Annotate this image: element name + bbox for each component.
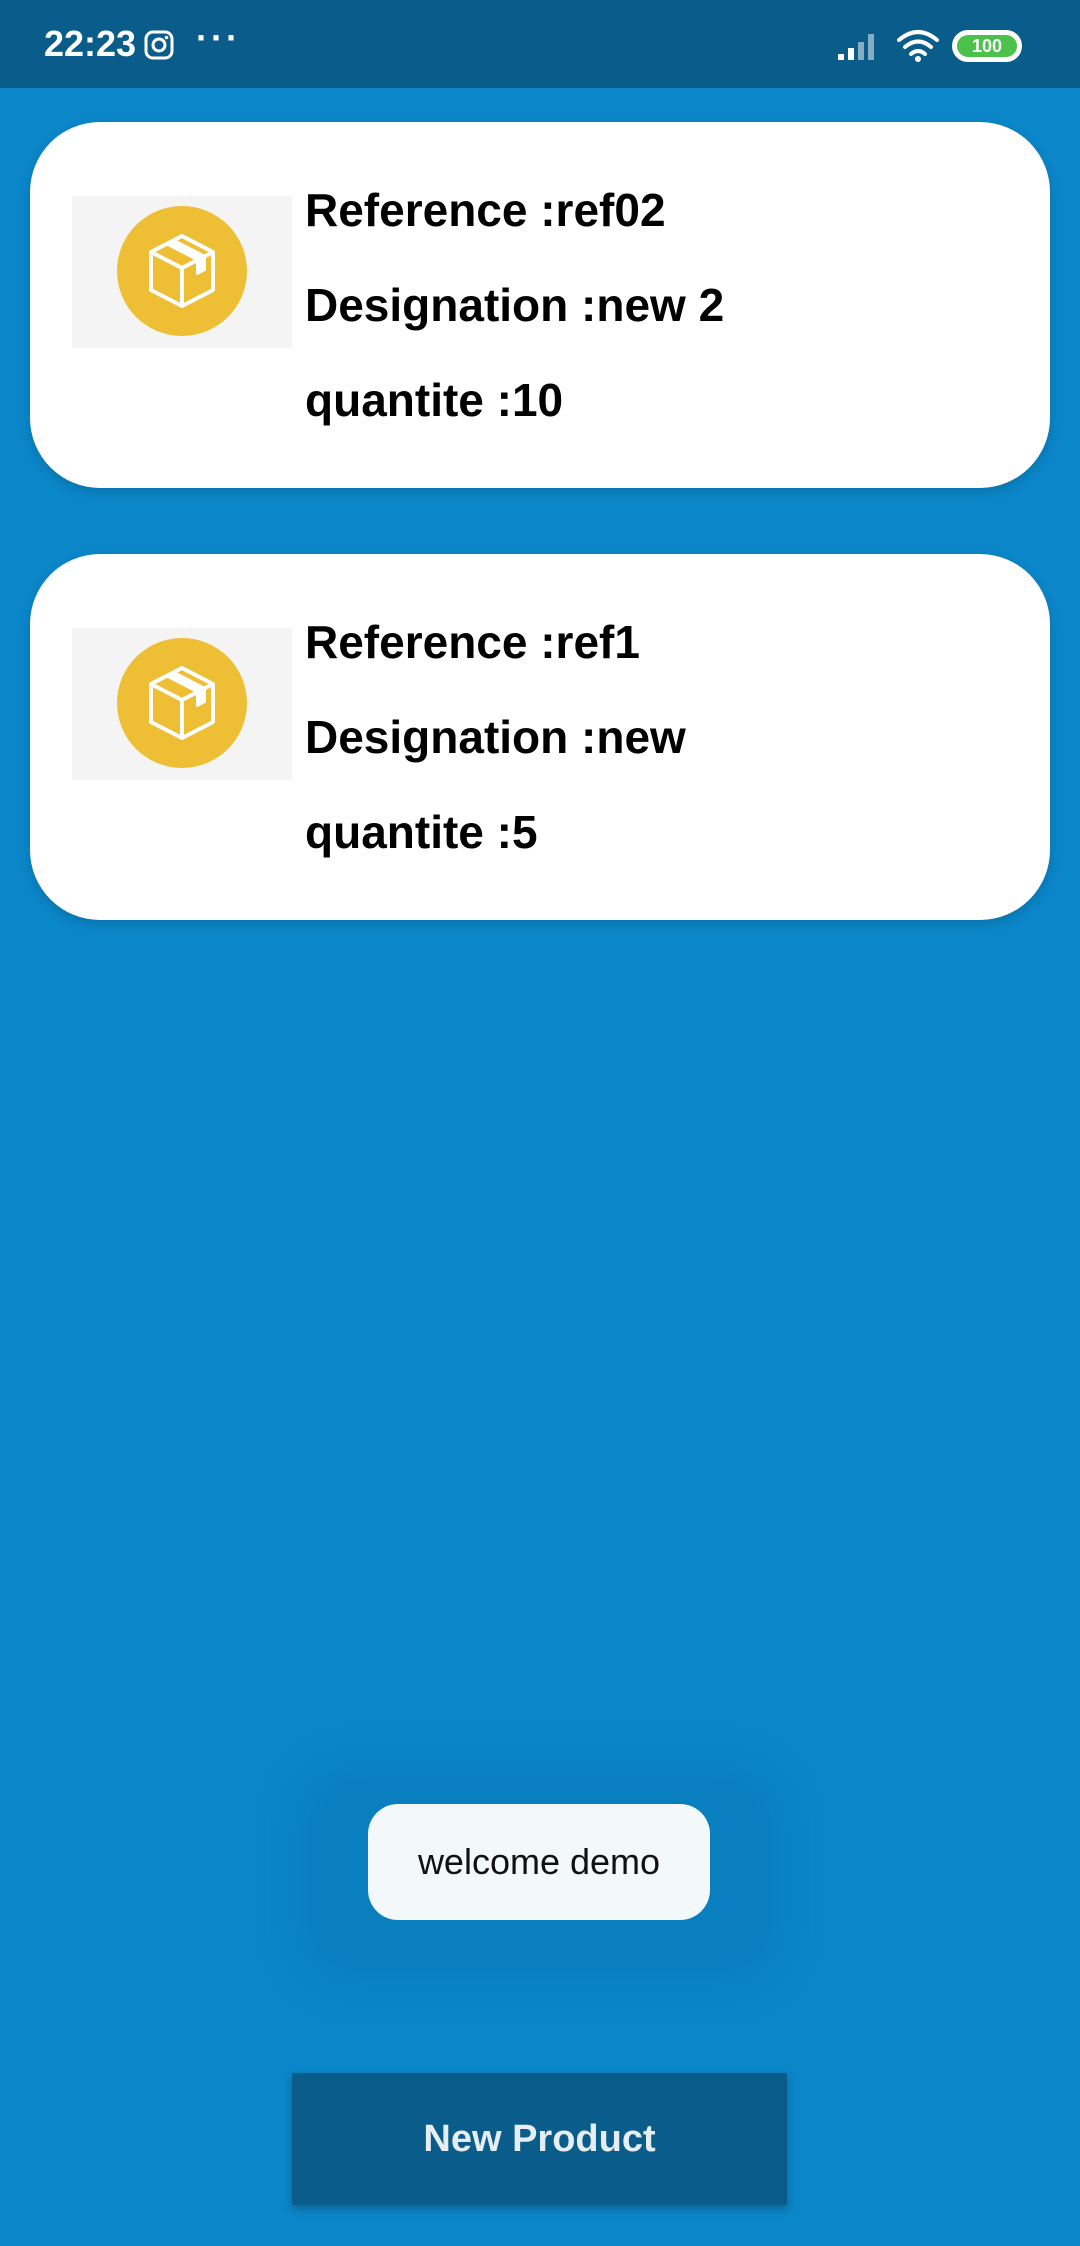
product-card[interactable]: Reference :ref1 Designation :new quantit…	[30, 554, 1050, 920]
battery-icon: 100	[952, 30, 1022, 62]
product-thumbnail	[72, 628, 292, 780]
product-reference: Reference :ref1	[305, 616, 640, 668]
product-reference: Reference :ref02	[305, 184, 666, 236]
product-designation: Designation :new 2	[305, 279, 725, 331]
product-designation: Designation :new	[305, 711, 686, 763]
status-time: 22:23	[44, 23, 137, 64]
product-thumbnail	[72, 196, 292, 348]
signal-icon	[838, 34, 874, 60]
package-box-icon	[117, 206, 247, 336]
product-quantity: quantite :5	[305, 806, 538, 858]
instagram-icon	[144, 30, 174, 60]
more-notifications-icon: ···	[196, 17, 241, 58]
status-bar: 22:23 ··· 100	[0, 0, 1080, 88]
package-box-icon	[117, 638, 247, 768]
wifi-icon	[897, 30, 939, 62]
new-product-button[interactable]: New Product	[292, 2073, 787, 2205]
product-quantity: quantite :10	[305, 374, 564, 426]
product-card[interactable]: Reference :ref02 Designation :new 2 quan…	[30, 122, 1050, 488]
toast-message: welcome demo	[368, 1804, 710, 1920]
battery-level: 100	[957, 35, 1017, 57]
